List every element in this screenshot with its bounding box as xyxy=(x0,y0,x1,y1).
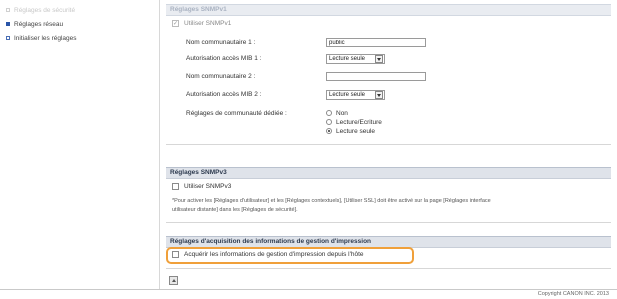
sidebar-item-reset[interactable]: Initialiser les réglages xyxy=(6,32,77,44)
footer-divider xyxy=(0,289,617,290)
sidebar-item-network[interactable]: Réglages réseau xyxy=(6,18,63,30)
use-snmpv1-checkbox[interactable]: ✓ xyxy=(172,20,179,27)
mib2-label: Autorisation accès MIB 2 : xyxy=(186,91,262,98)
bullet-icon xyxy=(6,8,10,12)
use-snmpv3-checkbox[interactable] xyxy=(172,183,179,190)
bullet-icon xyxy=(6,36,10,40)
radio-label: Lecture seule xyxy=(336,127,376,135)
scroll-to-top-icon[interactable] xyxy=(169,276,178,285)
radio-option-read-write[interactable]: Lecture/Ecriture xyxy=(326,118,382,126)
sidebar-item-label: Réglages réseau xyxy=(14,20,64,28)
use-snmpv3-checkbox-row[interactable]: Utiliser SNMPv3 xyxy=(172,183,231,190)
sidebar-item-security[interactable]: Réglages de sécurité xyxy=(6,4,75,16)
mib2-select-value: Lecture seule xyxy=(329,92,366,98)
section-divider xyxy=(166,222,611,223)
mib1-label: Autorisation accès MIB 1 : xyxy=(186,55,262,62)
community1-label: Nom communautaire 1 : xyxy=(186,39,256,46)
radio-label: Non xyxy=(336,109,348,117)
mib1-select-value: Lecture seule xyxy=(329,56,366,62)
acquire-print-info-label: Acquérir les informations de gestion d'i… xyxy=(184,251,364,258)
snmpv1-section-header: Réglages SNMPv1 xyxy=(166,4,611,16)
note-line-2: utilisateur distante] dans les [Réglages… xyxy=(172,207,298,213)
chevron-down-icon xyxy=(375,91,383,99)
main-content: Réglages SNMPv1 ✓ Utiliser SNMPv1 Nom co… xyxy=(166,0,611,290)
chevron-down-icon xyxy=(375,55,383,63)
use-snmpv3-label: Utiliser SNMPv3 xyxy=(184,183,232,190)
acquire-print-info-checkbox-row[interactable]: Acquérir les informations de gestion d'i… xyxy=(172,251,364,258)
community2-input[interactable] xyxy=(326,72,426,81)
radio-button[interactable] xyxy=(326,119,332,125)
use-snmpv1-label: Utiliser SNMPv1 xyxy=(184,20,232,27)
community1-input[interactable] xyxy=(326,38,426,47)
note-line-1: *Pour activer les [Réglages d'utilisateu… xyxy=(172,198,491,204)
section-divider xyxy=(166,144,611,145)
radio-button-selected[interactable] xyxy=(326,128,332,134)
bullet-icon xyxy=(6,22,10,26)
copyright-text: Copyright CANON INC. 2013 xyxy=(537,291,609,297)
community2-label: Nom communautaire 2 : xyxy=(186,73,256,80)
radio-option-non[interactable]: Non xyxy=(326,109,348,117)
mib1-select[interactable]: Lecture seule xyxy=(326,54,385,64)
radio-option-read-only[interactable]: Lecture seule xyxy=(326,127,375,135)
sidebar: Réglages de sécurité Réglages réseau Ini… xyxy=(0,0,160,290)
use-snmpv1-checkbox-row[interactable]: ✓ Utiliser SNMPv1 xyxy=(172,20,231,27)
sidebar-item-label: Initialiser les réglages xyxy=(14,34,77,42)
acquire-print-info-checkbox[interactable] xyxy=(172,251,179,258)
radio-label: Lecture/Ecriture xyxy=(336,118,382,126)
dedicated-community-label: Réglages de communauté dédiée : xyxy=(186,110,287,117)
sidebar-item-label: Réglages de sécurité xyxy=(14,6,76,14)
snmpv3-section-header: Réglages SNMPv3 xyxy=(166,167,611,179)
snmpv3-note: *Pour activer les [Réglages d'utilisateu… xyxy=(172,197,608,215)
mib2-select[interactable]: Lecture seule xyxy=(326,90,385,100)
section-divider xyxy=(166,268,611,269)
radio-button[interactable] xyxy=(326,110,332,116)
